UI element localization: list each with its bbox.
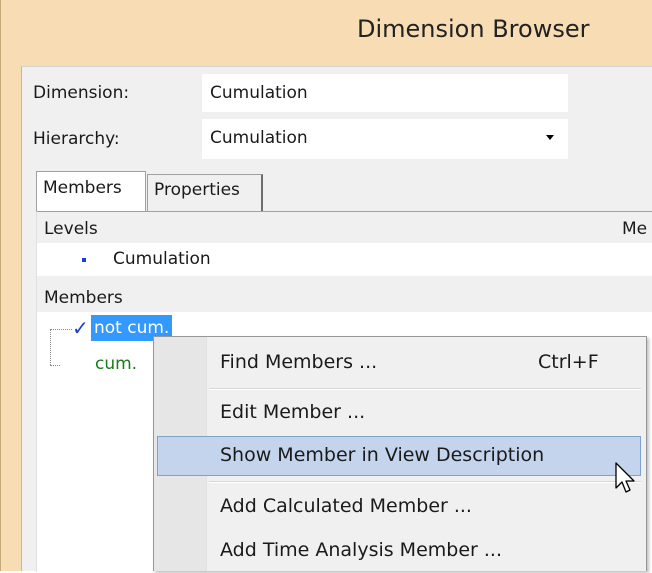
levels-header: Levels bbox=[44, 219, 98, 239]
member-cum[interactable]: cum. bbox=[95, 354, 137, 374]
mouse-pointer-icon bbox=[615, 462, 635, 493]
menu-item-add-time-analysis-member[interactable]: Add Time Analysis Member ... bbox=[157, 531, 641, 571]
menu-item-find-members[interactable]: Find Members ... Ctrl+F bbox=[157, 343, 641, 383]
title-bar[interactable]: Dimension Browser bbox=[1, 0, 652, 66]
tab-members-label: Members bbox=[43, 178, 122, 198]
menu-item-label: Add Calculated Member ... bbox=[220, 495, 472, 517]
checkmark-icon: ✓ bbox=[72, 316, 89, 340]
menu-item-shortcut: Ctrl+F bbox=[538, 351, 599, 373]
level-item-cumulation[interactable]: Cumulation bbox=[113, 249, 211, 269]
menu-item-show-member-in-view-description[interactable]: Show Member in View Description bbox=[157, 436, 641, 476]
context-menu: Find Members ... Ctrl+F Edit Member ... … bbox=[153, 336, 647, 571]
tree-connector bbox=[50, 329, 72, 330]
hierarchy-select[interactable]: Cumulation bbox=[202, 119, 568, 159]
window-title: Dimension Browser bbox=[357, 15, 590, 43]
menu-item-label: Add Time Analysis Member ... bbox=[220, 539, 502, 561]
menu-item-add-calculated-member[interactable]: Add Calculated Member ... bbox=[157, 487, 641, 527]
menu-separator bbox=[209, 388, 641, 390]
tree-connector bbox=[50, 365, 60, 366]
dimension-browser-window: Dimension Browser Dimension: Cumulation … bbox=[0, 0, 652, 573]
menu-item-label: Edit Member ... bbox=[220, 401, 366, 423]
bullet-icon bbox=[82, 258, 86, 262]
menu-item-label: Find Members ... bbox=[220, 351, 378, 373]
menu-item-label: Show Member in View Description bbox=[220, 444, 545, 466]
tab-properties-label: Properties bbox=[154, 180, 240, 200]
levels-list: Cumulation bbox=[37, 243, 652, 276]
tab-properties[interactable]: Properties bbox=[147, 174, 263, 212]
hierarchy-select-value: Cumulation bbox=[210, 128, 308, 148]
tree-connector bbox=[50, 329, 51, 365]
levels-column-header: Me bbox=[622, 219, 648, 239]
menu-item-edit-member[interactable]: Edit Member ... bbox=[157, 393, 641, 433]
dimension-field[interactable]: Cumulation bbox=[202, 74, 568, 112]
hierarchy-label: Hierarchy: bbox=[33, 129, 120, 149]
dimension-label: Dimension: bbox=[33, 83, 130, 103]
chevron-down-icon[interactable] bbox=[546, 135, 554, 140]
members-header: Members bbox=[44, 288, 123, 308]
menu-separator bbox=[209, 481, 641, 483]
tab-members[interactable]: Members bbox=[36, 171, 146, 212]
